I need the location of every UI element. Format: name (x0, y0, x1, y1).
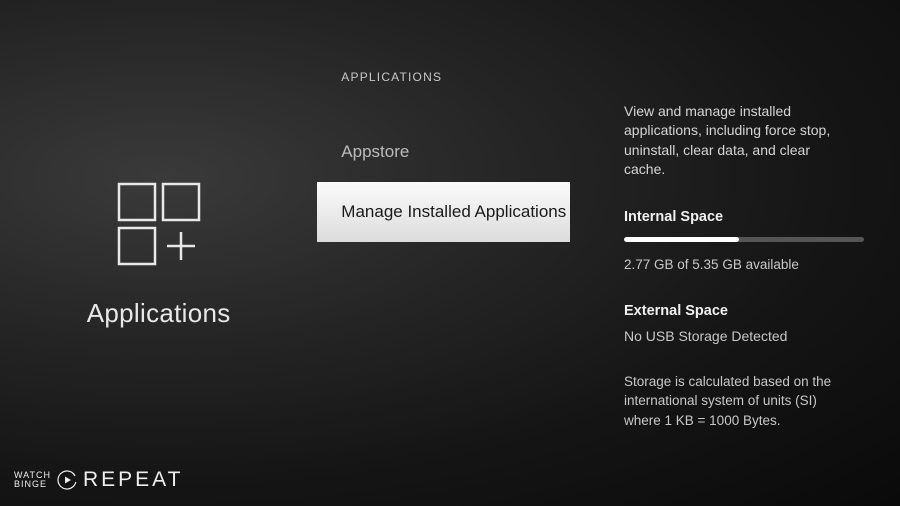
menu-header: APPLICATIONS (317, 70, 570, 84)
watermark-line2: BINGE (14, 480, 51, 489)
menu-pane: APPLICATIONS Appstore Manage Installed A… (317, 0, 570, 506)
play-icon (57, 470, 77, 490)
description-text: View and manage installed applications, … (624, 102, 844, 179)
external-space-heading: External Space (624, 301, 864, 321)
internal-space-heading: Internal Space (624, 207, 864, 227)
internal-space-progress-fill (624, 237, 739, 242)
menu-item-appstore[interactable]: Appstore (317, 122, 570, 182)
watermark-stack: WATCH BINGE (14, 471, 51, 490)
details-pane: View and manage installed applications, … (570, 0, 900, 506)
internal-space-text: 2.77 GB of 5.35 GB available (624, 256, 864, 275)
internal-space-progress (624, 237, 864, 242)
storage-footnote: Storage is calculated based on the inter… (624, 372, 844, 429)
section-title: Applications (87, 298, 231, 329)
left-pane: Applications (0, 0, 317, 506)
menu-item-label: Manage Installed Applications (341, 202, 566, 222)
watermark: WATCH BINGE REPEAT (14, 468, 183, 492)
applications-icon (113, 178, 205, 270)
watermark-repeat: REPEAT (83, 468, 183, 492)
menu-item-label: Appstore (341, 142, 409, 162)
external-space-text: No USB Storage Detected (624, 327, 864, 346)
menu-item-manage-installed-applications[interactable]: Manage Installed Applications (317, 182, 570, 242)
